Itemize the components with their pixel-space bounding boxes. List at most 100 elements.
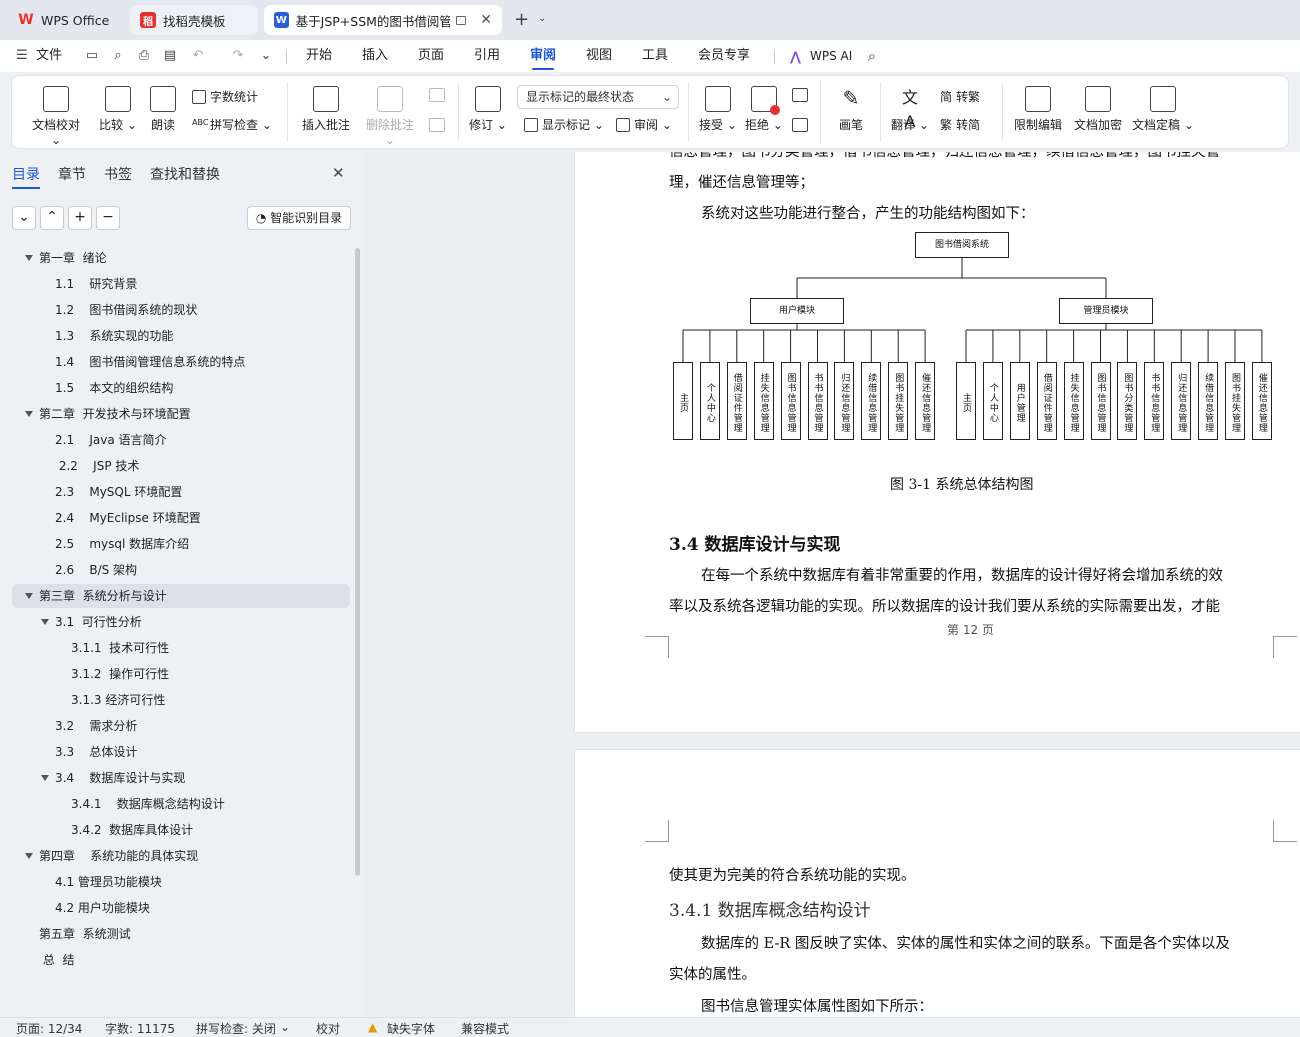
menu-page[interactable]: 页面: [418, 46, 444, 66]
ribbon-review: 文档校对 ⌄ 比较 ⌄ 朗读 字数统计 ABC 拼写检查 ⌄ 插入批注 删除批注…: [12, 76, 1288, 148]
chevron-down-icon[interactable]: ⌄: [258, 48, 274, 64]
print-icon[interactable]: ⎙: [136, 48, 152, 64]
add-heading-button[interactable]: +: [68, 206, 92, 230]
save-icon[interactable]: ▭: [84, 48, 100, 64]
expand-triangle-icon[interactable]: [41, 775, 49, 781]
menu-insert[interactable]: 插入: [362, 46, 388, 66]
toc-item[interactable]: 2.1 Java 语言简介: [12, 428, 350, 452]
menu-view[interactable]: 视图: [586, 46, 612, 66]
close-icon[interactable]: ✕: [480, 12, 492, 28]
toc-item[interactable]: 3.3 总体设计: [12, 740, 350, 764]
toc-item[interactable]: 3.1.1 技术可行性: [12, 636, 350, 660]
reject-button[interactable]: 拒绝 ⌄: [744, 86, 784, 133]
status-page[interactable]: 页面: 12/34: [16, 1020, 82, 1037]
pen-button[interactable]: ✎ 画笔: [834, 86, 868, 133]
collapse-button[interactable]: ⌄: [12, 206, 36, 230]
menu-review[interactable]: 审阅: [530, 46, 556, 70]
show-markup-button[interactable]: 显示标记 ⌄: [524, 116, 604, 133]
spell-check-button[interactable]: ABC 拼写检查 ⌄: [192, 116, 272, 133]
prev-comment-icon[interactable]: [429, 88, 445, 102]
revise-button[interactable]: 修订 ⌄: [468, 86, 508, 133]
toc-item[interactable]: 总 结: [12, 948, 350, 972]
undo-icon[interactable]: ↶: [190, 48, 206, 64]
prev-change-icon[interactable]: [792, 88, 808, 102]
toc-item[interactable]: 2.4 MyEclipse 环境配置: [12, 506, 350, 530]
toc-item[interactable]: 4.2 用户功能模块: [12, 896, 350, 920]
expand-triangle-icon[interactable]: [41, 619, 49, 625]
toc-item[interactable]: 3.1.3 经济可行性: [12, 688, 350, 712]
tab-wps-office[interactable]: W WPS Office: [8, 5, 124, 35]
status-words[interactable]: 字数: 11175: [105, 1020, 175, 1037]
toc-item[interactable]: 第五章 系统测试: [12, 922, 350, 946]
sidebar-tab-find-replace[interactable]: 查找和替换: [150, 164, 220, 184]
share-icon[interactable]: ⌕: [110, 48, 126, 64]
delete-comment-button[interactable]: 删除批注 ⌄: [360, 86, 420, 147]
expand-triangle-icon[interactable]: [25, 853, 33, 859]
word-count-button[interactable]: 字数统计: [192, 88, 258, 105]
menu-tools[interactable]: 工具: [642, 46, 668, 66]
toc-item[interactable]: 2.3 MySQL 环境配置: [12, 480, 350, 504]
compare-button[interactable]: 比较 ⌄: [98, 86, 138, 133]
menu-member[interactable]: 会员专享: [698, 46, 750, 66]
menu-reference[interactable]: 引用: [474, 46, 500, 66]
restrict-edit-button[interactable]: 限制编辑: [1012, 86, 1064, 133]
expand-triangle-icon[interactable]: [25, 411, 33, 417]
toc-item[interactable]: 第三章 系统分析与设计: [12, 584, 350, 608]
toc-item[interactable]: 第一章 绪论: [12, 246, 350, 270]
doc-check-button[interactable]: 文档校对 ⌄: [28, 86, 84, 147]
remove-heading-button[interactable]: −: [96, 206, 120, 230]
new-tab-icon[interactable]: +: [514, 9, 529, 30]
expand-up-button[interactable]: ⌃: [40, 206, 64, 230]
chevron-down-icon[interactable]: ⌄: [538, 13, 546, 24]
toc-item[interactable]: 2.2 JSP 技术: [12, 454, 350, 478]
read-aloud-button[interactable]: 朗读: [148, 86, 178, 133]
menu-file[interactable]: 文件: [36, 46, 62, 66]
toc-item[interactable]: 1.3 系统实现的功能: [12, 324, 350, 348]
menu-home[interactable]: 开始: [306, 46, 332, 66]
hamburger-icon[interactable]: ☰: [16, 48, 28, 64]
accept-button[interactable]: 接受 ⌄: [698, 86, 738, 133]
toc-item[interactable]: 2.5 mysql 数据库介绍: [12, 532, 350, 556]
toc-item[interactable]: 1.1 研究背景: [12, 272, 350, 296]
to-simplified-button[interactable]: 繁 转简: [940, 116, 980, 133]
sidebar-tab-toc[interactable]: 目录: [12, 164, 40, 189]
toc-item[interactable]: 3.1.2 操作可行性: [12, 662, 350, 686]
toc-item[interactable]: 第四章 系统功能的具体实现: [12, 844, 350, 868]
status-spell[interactable]: 拼写检查: 关闭: [196, 1020, 276, 1037]
toc-item[interactable]: 3.4 数据库设计与实现: [12, 766, 350, 790]
toc-item[interactable]: 3.4.1 数据库概念结构设计: [12, 792, 350, 816]
insert-comment-button[interactable]: 插入批注: [300, 86, 352, 133]
next-change-icon[interactable]: [792, 118, 808, 132]
status-missing-font[interactable]: 缺失字体: [387, 1020, 435, 1037]
sidebar-scrollbar[interactable]: [355, 248, 360, 876]
tab-document[interactable]: W 基于JSP+SSM的图书借阅管理 ✕: [264, 5, 502, 35]
markup-state-select[interactable]: 显示标记的最终状态 ⌄: [517, 85, 679, 109]
redo-icon[interactable]: ↷: [230, 48, 246, 64]
expand-triangle-icon[interactable]: [25, 593, 33, 599]
tab-docer[interactable]: 稻 找稻壳模板: [130, 5, 258, 35]
toc-item[interactable]: 1.4 图书借阅管理信息系统的特点: [12, 350, 350, 374]
toc-item[interactable]: 4.1 管理员功能模块: [12, 870, 350, 894]
toc-item[interactable]: 1.5 本文的组织结构: [12, 376, 350, 400]
status-proof[interactable]: 校对: [316, 1020, 340, 1037]
close-icon[interactable]: ✕: [332, 164, 345, 182]
menu-wps-ai[interactable]: WPS AI: [810, 46, 852, 66]
next-comment-icon[interactable]: [429, 118, 445, 132]
search-icon[interactable]: ⌕: [864, 48, 880, 64]
toc-item[interactable]: 2.6 B/S 架构: [12, 558, 350, 582]
print-preview-icon[interactable]: ▤: [162, 48, 178, 64]
finalize-button[interactable]: 文档定稿 ⌄: [1132, 86, 1194, 133]
toc-item[interactable]: 3.2 需求分析: [12, 714, 350, 738]
sidebar-tab-chapters[interactable]: 章节: [58, 164, 86, 184]
smart-detect-toc-button[interactable]: ◔ 智能识别目录: [247, 206, 351, 230]
translate-button[interactable]: 文A 翻译 ⌄: [890, 86, 930, 133]
review-pane-button[interactable]: 审阅 ⌄: [616, 116, 672, 133]
expand-triangle-icon[interactable]: [25, 255, 33, 261]
sidebar-tab-bookmarks[interactable]: 书签: [104, 164, 132, 184]
to-traditional-button[interactable]: 简 转繁: [940, 88, 980, 105]
toc-item[interactable]: 3.4.2 数据库具体设计: [12, 818, 350, 842]
toc-item[interactable]: 3.1 可行性分析: [12, 610, 350, 634]
toc-item[interactable]: 1.2 图书借阅系统的现状: [12, 298, 350, 322]
toc-item[interactable]: 第二章 开发技术与环境配置: [12, 402, 350, 426]
encrypt-button[interactable]: 文档加密: [1072, 86, 1124, 133]
